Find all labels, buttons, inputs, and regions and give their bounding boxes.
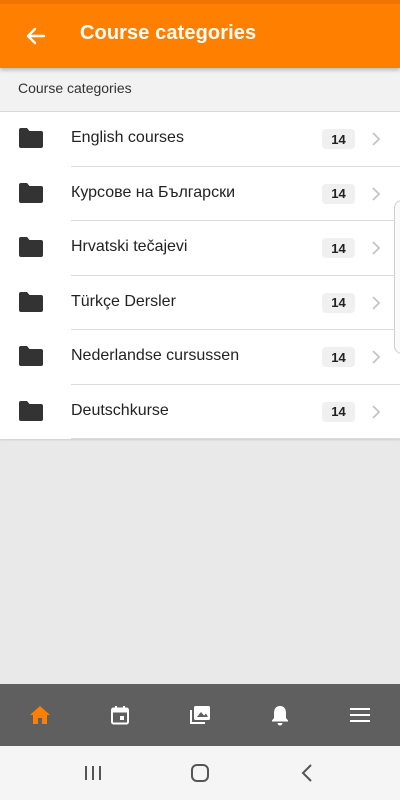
category-list: English courses 14 Курсове на Български 14 H… — [0, 112, 400, 439]
course-count-badge: 14 — [322, 183, 355, 204]
course-count-badge: 14 — [322, 347, 355, 367]
home-icon — [30, 706, 50, 724]
tab-calendar[interactable] — [80, 684, 160, 746]
bottom-tab-bar — [0, 684, 400, 746]
system-navigation-bar — [0, 746, 400, 800]
category-row[interactable]: Курсове на Български 14 — [0, 167, 400, 221]
system-home-button[interactable] — [180, 753, 220, 793]
home-circle-icon — [190, 764, 209, 782]
section-header: Course categories — [0, 68, 400, 112]
tab-notifications[interactable] — [240, 684, 320, 746]
category-label: Türkçe Dersler — [71, 292, 176, 310]
bell-icon — [272, 706, 288, 726]
app-bar: Course categories — [0, 0, 400, 68]
category-label: English courses — [71, 129, 184, 146]
system-back-button[interactable] — [287, 753, 327, 793]
page-title: Course categories — [80, 22, 257, 44]
chevron-right-icon — [372, 132, 381, 146]
category-row[interactable]: Nederlandse cursussen 14 — [0, 330, 400, 385]
calendar-icon — [111, 706, 129, 725]
tab-home[interactable] — [0, 684, 80, 746]
chevron-right-icon — [372, 295, 381, 310]
folder-icon — [19, 400, 43, 421]
folder-icon — [19, 237, 43, 257]
category-label: Nederlandse cursussen — [71, 347, 240, 364]
back-button[interactable] — [18, 18, 54, 54]
course-count-badge: 14 — [322, 401, 355, 422]
arrow-left-icon — [26, 27, 46, 45]
category-label: Deutschkurse — [71, 401, 169, 419]
category-label: Hrvatski tečajevi — [71, 238, 188, 255]
category-label: Курсове на Български — [71, 183, 236, 201]
category-row[interactable]: Türkçe Dersler 14 — [0, 276, 400, 330]
course-count-badge: 14 — [322, 129, 355, 149]
folder-icon — [19, 128, 43, 148]
category-row[interactable]: Deutschkurse 14 — [0, 385, 400, 439]
scroll-indicator[interactable] — [394, 200, 400, 354]
recent-apps-icon — [85, 766, 102, 780]
chevron-right-icon — [372, 404, 381, 419]
back-chevron-icon — [301, 764, 312, 782]
course-count-badge: 14 — [322, 238, 355, 258]
menu-icon — [350, 708, 370, 722]
section-title: Course categories — [18, 80, 132, 96]
folder-icon — [19, 291, 43, 312]
tab-courses[interactable] — [160, 684, 240, 746]
course-count-badge: 14 — [322, 292, 355, 313]
chevron-right-icon — [372, 350, 381, 364]
category-row[interactable]: Hrvatski tečajevi 14 — [0, 221, 400, 276]
category-row[interactable]: English courses 14 — [0, 112, 400, 167]
chevron-right-icon — [372, 186, 381, 201]
chevron-right-icon — [372, 241, 381, 255]
tab-more[interactable] — [320, 684, 400, 746]
recent-apps-button[interactable] — [73, 753, 113, 793]
folder-icon — [19, 182, 43, 203]
row-divider — [71, 438, 400, 439]
courses-icon — [190, 706, 210, 724]
folder-icon — [19, 346, 43, 366]
